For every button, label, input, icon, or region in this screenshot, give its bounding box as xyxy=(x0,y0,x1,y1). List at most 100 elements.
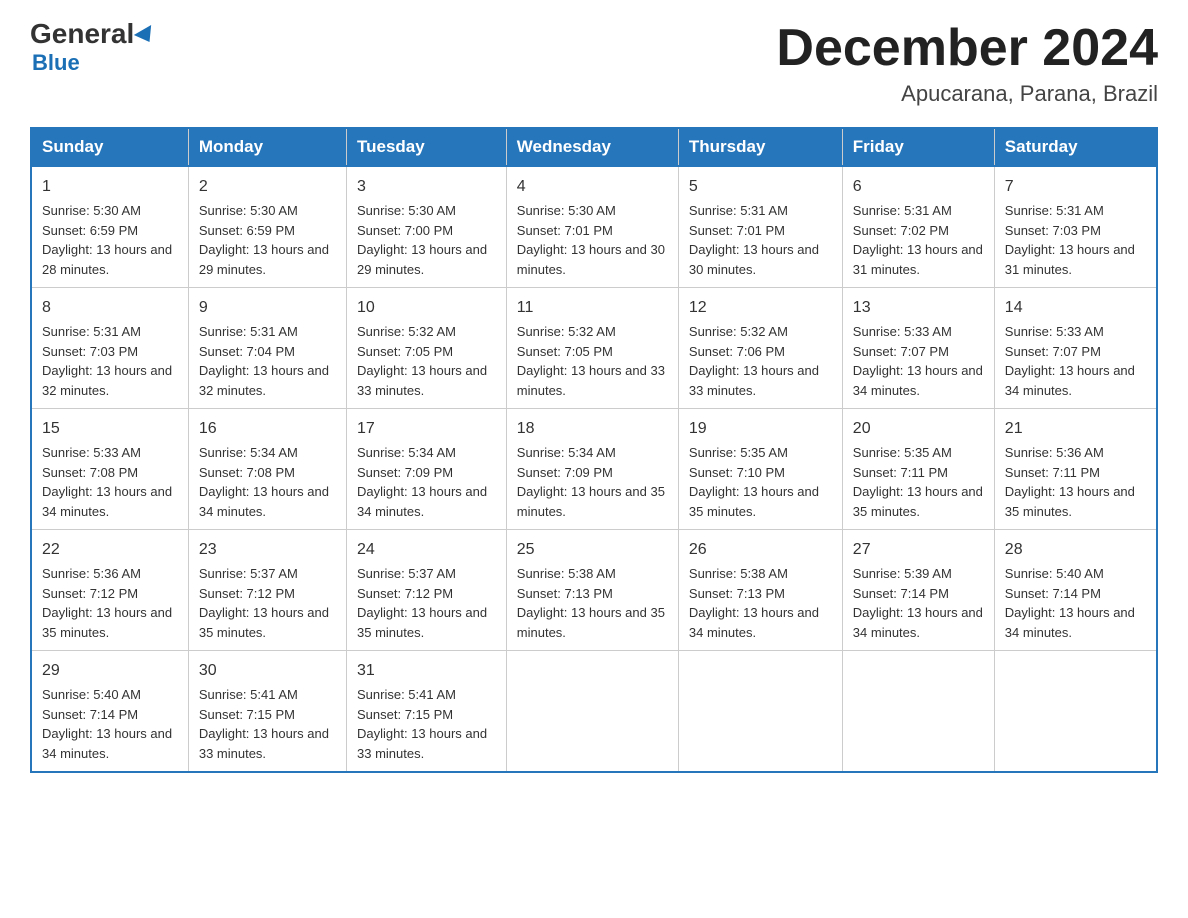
calendar-cell: 17Sunrise: 5:34 AMSunset: 7:09 PMDayligh… xyxy=(347,409,507,530)
daylight-text: Daylight: 13 hours and 32 minutes. xyxy=(199,363,329,398)
month-title: December 2024 xyxy=(776,20,1158,77)
calendar-header-row: SundayMondayTuesdayWednesdayThursdayFrid… xyxy=(31,128,1157,166)
sunset-text: Sunset: 7:07 PM xyxy=(1005,344,1101,359)
sunrise-text: Sunrise: 5:34 AM xyxy=(357,445,456,460)
sunset-text: Sunset: 7:11 PM xyxy=(1005,465,1100,480)
sunrise-text: Sunrise: 5:30 AM xyxy=(42,203,141,218)
calendar-cell xyxy=(994,651,1157,773)
sunrise-text: Sunrise: 5:34 AM xyxy=(517,445,616,460)
sunrise-text: Sunrise: 5:35 AM xyxy=(689,445,788,460)
daylight-text: Daylight: 13 hours and 35 minutes. xyxy=(199,605,329,640)
sunrise-text: Sunrise: 5:33 AM xyxy=(1005,324,1104,339)
sunrise-text: Sunrise: 5:32 AM xyxy=(517,324,616,339)
logo: General Blue xyxy=(30,20,156,76)
day-number: 31 xyxy=(357,659,496,683)
calendar-cell: 8Sunrise: 5:31 AMSunset: 7:03 PMDaylight… xyxy=(31,288,188,409)
sunset-text: Sunset: 7:00 PM xyxy=(357,223,453,238)
sunset-text: Sunset: 7:14 PM xyxy=(853,586,949,601)
sunrise-text: Sunrise: 5:41 AM xyxy=(357,687,456,702)
daylight-text: Daylight: 13 hours and 31 minutes. xyxy=(1005,242,1135,277)
sunrise-text: Sunrise: 5:38 AM xyxy=(517,566,616,581)
sunset-text: Sunset: 7:09 PM xyxy=(517,465,613,480)
day-number: 10 xyxy=(357,296,496,320)
day-number: 18 xyxy=(517,417,668,441)
header-sunday: Sunday xyxy=(31,128,188,166)
calendar-week-row: 8Sunrise: 5:31 AMSunset: 7:03 PMDaylight… xyxy=(31,288,1157,409)
sunset-text: Sunset: 7:11 PM xyxy=(853,465,948,480)
logo-blue: Blue xyxy=(32,50,80,76)
calendar-cell: 31Sunrise: 5:41 AMSunset: 7:15 PMDayligh… xyxy=(347,651,507,773)
header-thursday: Thursday xyxy=(678,128,842,166)
calendar-cell: 26Sunrise: 5:38 AMSunset: 7:13 PMDayligh… xyxy=(678,530,842,651)
calendar-cell: 3Sunrise: 5:30 AMSunset: 7:00 PMDaylight… xyxy=(347,166,507,288)
calendar-week-row: 29 Sunrise: 5:40 AM Sunset: 7:14 PM Dayligh… xyxy=(31,651,1157,773)
daylight-text: Daylight: 13 hours and 29 minutes. xyxy=(357,242,487,277)
calendar-cell xyxy=(842,651,994,773)
daylight-text: Daylight: 13 hours and 30 minutes. xyxy=(689,242,819,277)
day-number: 30 xyxy=(199,659,336,683)
day-number: 4 xyxy=(517,175,668,199)
day-number: 23 xyxy=(199,538,336,562)
sunset-text: Sunset: 7:01 PM xyxy=(517,223,613,238)
day-number: 29 xyxy=(42,659,178,683)
calendar-cell: 30Sunrise: 5:41 AMSunset: 7:15 PMDayligh… xyxy=(188,651,346,773)
calendar-cell: 4Sunrise: 5:30 AMSunset: 7:01 PMDaylight… xyxy=(506,166,678,288)
day-number: 6 xyxy=(853,175,984,199)
day-number: 2 xyxy=(199,175,336,199)
sunrise-text: Sunrise: 5:33 AM xyxy=(42,445,141,460)
day-number: 25 xyxy=(517,538,668,562)
day-number: 1 xyxy=(42,175,178,199)
day-number: 9 xyxy=(199,296,336,320)
header-monday: Monday xyxy=(188,128,346,166)
daylight-text: Daylight: 13 hours and 35 minutes. xyxy=(517,484,665,519)
daylight-text: Daylight: 13 hours and 32 minutes. xyxy=(42,363,172,398)
calendar-cell: 9Sunrise: 5:31 AMSunset: 7:04 PMDaylight… xyxy=(188,288,346,409)
calendar-week-row: 15Sunrise: 5:33 AMSunset: 7:08 PMDayligh… xyxy=(31,409,1157,530)
daylight-text: Daylight: 13 hours and 33 minutes. xyxy=(357,363,487,398)
sunrise-text: Sunrise: 5:30 AM xyxy=(199,203,298,218)
sunrise-text: Sunrise: 5:31 AM xyxy=(42,324,141,339)
day-number: 14 xyxy=(1005,296,1146,320)
daylight-text: Daylight: 13 hours and 35 minutes. xyxy=(42,605,172,640)
sunset-text: Sunset: 7:10 PM xyxy=(689,465,785,480)
title-block: December 2024 Apucarana, Parana, Brazil xyxy=(776,20,1158,107)
sunset-text: Sunset: 7:14 PM xyxy=(1005,586,1101,601)
daylight-text: Daylight: 13 hours and 33 minutes. xyxy=(199,726,329,761)
day-number: 12 xyxy=(689,296,832,320)
day-number: 21 xyxy=(1005,417,1146,441)
sunset-text: Sunset: 7:03 PM xyxy=(1005,223,1101,238)
sunset-text: Sunset: 7:07 PM xyxy=(853,344,949,359)
location: Apucarana, Parana, Brazil xyxy=(776,81,1158,107)
sunset-text: Sunset: 7:13 PM xyxy=(689,586,785,601)
calendar-cell: 23Sunrise: 5:37 AMSunset: 7:12 PMDayligh… xyxy=(188,530,346,651)
sunset-text: Sunset: 7:09 PM xyxy=(357,465,453,480)
day-number: 7 xyxy=(1005,175,1146,199)
calendar-cell: 2Sunrise: 5:30 AMSunset: 6:59 PMDaylight… xyxy=(188,166,346,288)
daylight-text: Daylight: 13 hours and 34 minutes. xyxy=(853,605,983,640)
sunrise-text: Sunrise: 5:31 AM xyxy=(853,203,952,218)
calendar-cell: 6Sunrise: 5:31 AMSunset: 7:02 PMDaylight… xyxy=(842,166,994,288)
calendar-cell: 19Sunrise: 5:35 AMSunset: 7:10 PMDayligh… xyxy=(678,409,842,530)
header-saturday: Saturday xyxy=(994,128,1157,166)
sunrise-text: Sunrise: 5:31 AM xyxy=(689,203,788,218)
daylight-text: Daylight: 13 hours and 35 minutes. xyxy=(1005,484,1135,519)
day-number: 8 xyxy=(42,296,178,320)
sunset-text: Sunset: 7:15 PM xyxy=(357,707,453,722)
daylight-text: Daylight: 13 hours and 34 minutes. xyxy=(689,605,819,640)
sunrise-text: Sunrise: 5:36 AM xyxy=(42,566,141,581)
sunrise-text: Sunrise: 5:40 AM xyxy=(42,687,141,702)
calendar-cell: 12Sunrise: 5:32 AMSunset: 7:06 PMDayligh… xyxy=(678,288,842,409)
sunset-text: Sunset: 7:05 PM xyxy=(357,344,453,359)
calendar-cell: 14Sunrise: 5:33 AMSunset: 7:07 PMDayligh… xyxy=(994,288,1157,409)
calendar-cell: 7Sunrise: 5:31 AMSunset: 7:03 PMDaylight… xyxy=(994,166,1157,288)
sunset-text: Sunset: 7:14 PM xyxy=(42,707,138,722)
day-number: 15 xyxy=(42,417,178,441)
calendar-cell: 21 Sunrise: 5:36 AM Sunset: 7:11 PM Dayligh… xyxy=(994,409,1157,530)
daylight-text: Daylight: 13 hours and 35 minutes. xyxy=(689,484,819,519)
header-tuesday: Tuesday xyxy=(347,128,507,166)
day-number: 5 xyxy=(689,175,832,199)
daylight-text: Daylight: 13 hours and 34 minutes. xyxy=(42,726,172,761)
sunrise-text: Sunrise: 5:41 AM xyxy=(199,687,298,702)
day-number: 11 xyxy=(517,296,668,320)
sunrise-text: Sunrise: 5:36 AM xyxy=(1005,445,1104,460)
